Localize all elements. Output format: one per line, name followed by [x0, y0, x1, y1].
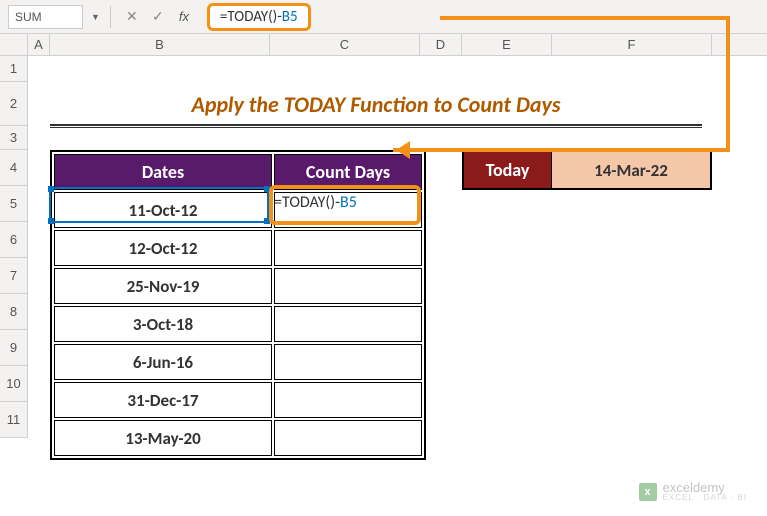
col-header-A[interactable]: A — [28, 34, 50, 55]
header-dates[interactable]: Dates — [54, 154, 272, 190]
cancel-icon[interactable]: ✕ — [121, 6, 143, 28]
watermark-text-stack: exceldemy EXCEL · DATA · BI — [663, 481, 747, 502]
grid: 1 2 3 4 5 6 7 8 9 10 11 Apply the TODAY … — [0, 56, 767, 438]
col-header-B[interactable]: B — [50, 34, 270, 55]
cell-date[interactable]: 25-Nov-19 — [54, 268, 272, 304]
today-value[interactable]: 14-Mar-22 — [552, 152, 710, 188]
formula-ref: B5 — [340, 193, 357, 212]
cell-count[interactable] — [274, 306, 422, 342]
cells-area[interactable]: Apply the TODAY Function to Count Days D… — [28, 56, 767, 438]
table-row: 31-Dec-17 — [54, 382, 422, 418]
cell-count[interactable] — [274, 344, 422, 380]
formula-bar: SUM ▼ ✕ ✓ fx =TODAY()-B5 — [0, 0, 767, 34]
today-label[interactable]: Today — [464, 152, 552, 188]
cell-date[interactable]: 13-May-20 — [54, 420, 272, 456]
cell-c5-formula: =TODAY()-B5 — [274, 193, 357, 212]
formula-eq: = — [274, 193, 282, 212]
row-header-8[interactable]: 8 — [0, 294, 27, 330]
watermark-logo-icon: x — [639, 483, 657, 501]
formula-fn: TODAY()- — [282, 193, 340, 212]
table-row: 25-Nov-19 — [54, 268, 422, 304]
row-header-6[interactable]: 6 — [0, 222, 27, 258]
formula-text-ref: B5 — [282, 8, 298, 26]
row-header-3[interactable]: 3 — [0, 126, 27, 150]
row-header-11[interactable]: 11 — [0, 402, 27, 438]
select-all-corner[interactable] — [0, 34, 28, 55]
chevron-down-icon[interactable]: ▼ — [91, 12, 100, 22]
title-underline — [50, 124, 702, 126]
watermark: x exceldemy EXCEL · DATA · BI — [639, 481, 747, 502]
cell-count[interactable] — [274, 230, 422, 266]
col-header-C[interactable]: C — [270, 34, 420, 55]
table-row: 3-Oct-18 — [54, 306, 422, 342]
formula-highlight: =TODAY()-B5 — [207, 3, 311, 31]
row-header-7[interactable]: 7 — [0, 258, 27, 294]
formula-text-prefix: =TODAY()- — [220, 8, 282, 26]
title-text: Apply the TODAY Function to Count Days — [192, 91, 561, 118]
page-title: Apply the TODAY Function to Count Days — [50, 82, 702, 126]
row-header-9[interactable]: 9 — [0, 330, 27, 366]
col-header-F[interactable]: F — [552, 34, 712, 55]
data-table: Dates Count Days 11-Oct-12 12-Oct-12 25-… — [50, 150, 426, 460]
table-row: 6-Jun-16 — [54, 344, 422, 380]
row-header-2[interactable]: 2 — [0, 82, 27, 126]
arrow-left-icon — [396, 141, 410, 159]
row-header-10[interactable]: 10 — [0, 366, 27, 402]
col-header-D[interactable]: D — [420, 34, 462, 55]
formula-input[interactable]: =TODAY()-B5 — [199, 5, 759, 29]
cell-date[interactable]: 3-Oct-18 — [54, 306, 272, 342]
cell-count[interactable] — [274, 268, 422, 304]
table-row: 12-Oct-12 — [54, 230, 422, 266]
row-header-4[interactable]: 4 — [0, 150, 27, 186]
cell-date[interactable]: 12-Oct-12 — [54, 230, 272, 266]
cell-date[interactable]: 6-Jun-16 — [54, 344, 272, 380]
column-headers: A B C D E F — [0, 34, 767, 56]
divider — [110, 6, 111, 28]
cell-count[interactable] — [274, 382, 422, 418]
name-box[interactable]: SUM — [8, 5, 83, 29]
table-row: 11-Oct-12 — [54, 192, 422, 228]
cell-date[interactable]: 31-Dec-17 — [54, 382, 272, 418]
title-underline-thin — [50, 127, 702, 128]
fx-icon[interactable]: fx — [173, 6, 195, 28]
row-header-5[interactable]: 5 — [0, 186, 27, 222]
cell-count[interactable] — [274, 420, 422, 456]
col-header-E[interactable]: E — [462, 34, 552, 55]
today-box: Today 14-Mar-22 — [462, 150, 712, 190]
row-header-1[interactable]: 1 — [0, 56, 27, 82]
row-headers: 1 2 3 4 5 6 7 8 9 10 11 — [0, 56, 28, 438]
cell-date[interactable]: 11-Oct-12 — [54, 192, 272, 228]
name-box-value: SUM — [15, 10, 42, 24]
table-header-row: Dates Count Days — [54, 154, 422, 190]
table-row: 13-May-20 — [54, 420, 422, 456]
header-count[interactable]: Count Days — [274, 154, 422, 190]
enter-icon[interactable]: ✓ — [147, 6, 169, 28]
watermark-tag: EXCEL · DATA · BI — [663, 494, 747, 502]
